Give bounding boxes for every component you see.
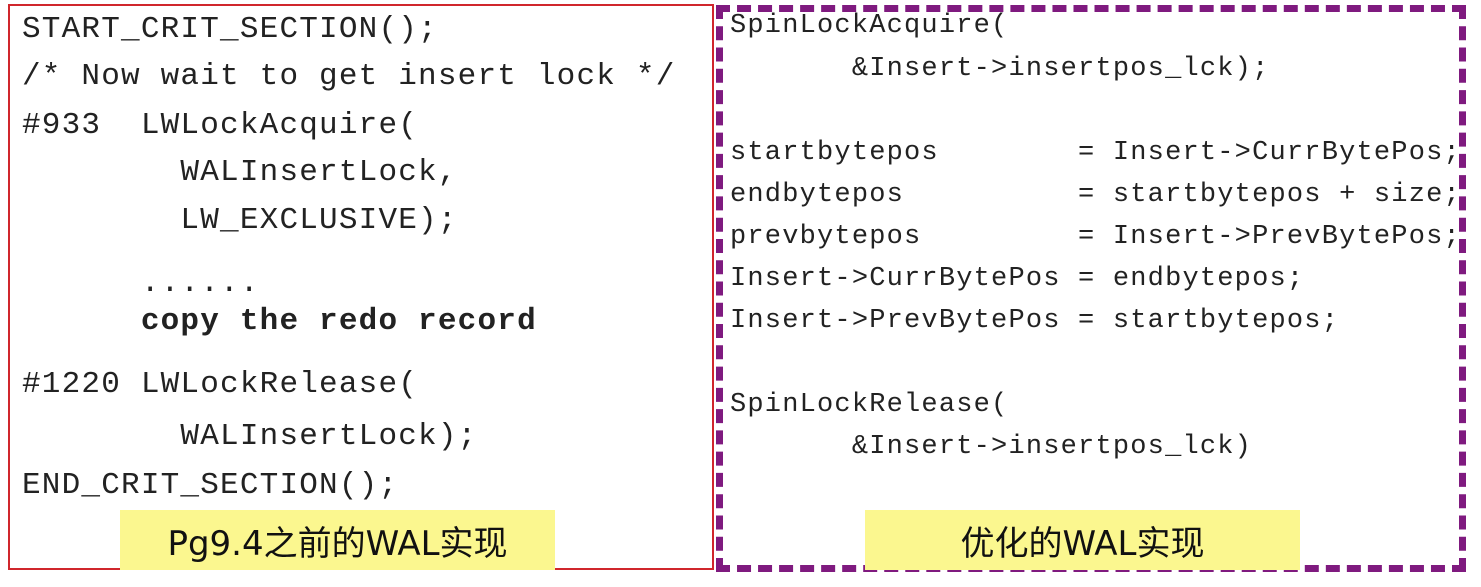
code-line: endbytepos = startbytepos + size; <box>730 180 1461 210</box>
code-line: &Insert->insertpos_lck) <box>730 432 1253 462</box>
code-line: ...... <box>22 266 260 301</box>
code-line: LW_EXCLUSIVE); <box>22 203 458 238</box>
code-line: Insert->CurrBytePos = endbytepos; <box>730 264 1305 294</box>
code-line: #1220 LWLockRelease( <box>22 367 419 402</box>
code-line: Insert->PrevBytePos = startbytepos; <box>730 306 1340 336</box>
code-line-highlight: copy the redo record <box>22 304 537 339</box>
code-line: startbytepos = Insert->CurrBytePos; <box>730 138 1461 168</box>
code-line: END_CRIT_SECTION(); <box>22 468 399 503</box>
code-line: START_CRIT_SECTION(); <box>22 12 438 47</box>
code-line: prevbytepos = Insert->PrevBytePos; <box>730 222 1461 252</box>
code-line: /* Now wait to get insert lock */ <box>22 59 676 94</box>
optimized-wal-label: 优化的WAL实现 <box>865 510 1300 570</box>
code-line: WALInsertLock, <box>22 155 458 190</box>
code-line: WALInsertLock); <box>22 419 478 454</box>
legacy-wal-label: Pg9.4之前的WAL实现 <box>120 510 555 570</box>
code-line: &Insert->insertpos_lck); <box>730 54 1270 84</box>
code-line: SpinLockRelease( <box>730 390 1009 420</box>
code-line: SpinLockAcquire( <box>730 11 1009 41</box>
code-line: #933 LWLockAcquire( <box>22 108 419 143</box>
